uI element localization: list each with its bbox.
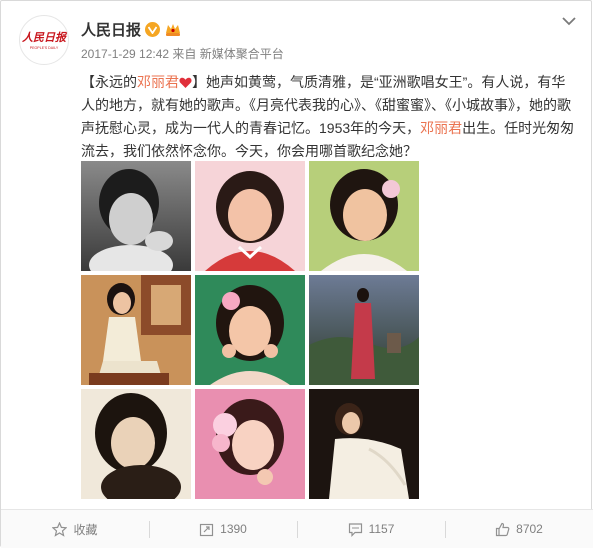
comment-count: 1157 bbox=[368, 522, 395, 536]
photo-2[interactable] bbox=[195, 161, 305, 271]
photo-9[interactable] bbox=[309, 389, 419, 499]
peoples-daily-logo: 人民日报 PEOPLE'S DAILY bbox=[22, 31, 68, 50]
repost-count: 1390 bbox=[220, 522, 247, 536]
photo-6[interactable] bbox=[309, 275, 419, 385]
post-source: 来自 新媒体聚合平台 bbox=[172, 47, 284, 61]
comment-icon bbox=[348, 522, 362, 537]
post-meta: 2017-1-29 12:42 来自 新媒体聚合平台 bbox=[81, 45, 284, 62]
heart-emoji-icon bbox=[179, 77, 192, 88]
photo-3[interactable] bbox=[309, 161, 419, 271]
comment-button[interactable]: 1157 bbox=[297, 510, 445, 548]
repost-icon bbox=[200, 523, 214, 536]
photo-7[interactable] bbox=[81, 389, 191, 499]
logo-text: 人民日报 bbox=[22, 31, 68, 44]
photo-8[interactable] bbox=[195, 389, 305, 499]
topic-link[interactable]: 邓丽君 bbox=[137, 74, 179, 90]
favorite-label: 收藏 bbox=[73, 522, 98, 537]
post-header: 人民日报 bbox=[81, 19, 182, 40]
post-text-part: 【永远的 bbox=[81, 74, 137, 90]
logo-subtext: PEOPLE'S DAILY bbox=[30, 46, 59, 50]
verified-icon bbox=[145, 22, 161, 37]
post-text: 【永远的邓丽君 】她声如黄莺，气质清雅，是“亚洲歌唱女王”。有人说，有华人的地方，… bbox=[81, 71, 577, 163]
like-button[interactable]: 8702 bbox=[445, 510, 593, 548]
photo-5[interactable] bbox=[195, 275, 305, 385]
favorite-button[interactable]: 收藏 bbox=[1, 510, 149, 548]
chevron-down-icon[interactable] bbox=[561, 15, 577, 27]
username[interactable]: 人民日报 bbox=[81, 19, 141, 40]
photo-4[interactable] bbox=[81, 275, 191, 385]
post-timestamp[interactable]: 2017-1-29 12:42 bbox=[81, 47, 169, 61]
weibo-post-card: 人民日报 PEOPLE'S DAILY 人民日报 2017-1-29 12:42… bbox=[0, 0, 593, 548]
topic-link[interactable]: 邓丽君 bbox=[420, 120, 462, 136]
avatar[interactable]: 人民日报 PEOPLE'S DAILY bbox=[19, 15, 69, 65]
thumbs-up-icon bbox=[496, 522, 510, 536]
action-bar: 收藏 1390 1157 8702 bbox=[1, 509, 593, 548]
star-icon bbox=[52, 521, 68, 537]
photo-1[interactable] bbox=[81, 161, 191, 271]
repost-button[interactable]: 1390 bbox=[149, 510, 297, 548]
photo-grid bbox=[81, 161, 419, 499]
like-count: 8702 bbox=[516, 522, 543, 536]
vip-icon[interactable] bbox=[164, 22, 182, 38]
